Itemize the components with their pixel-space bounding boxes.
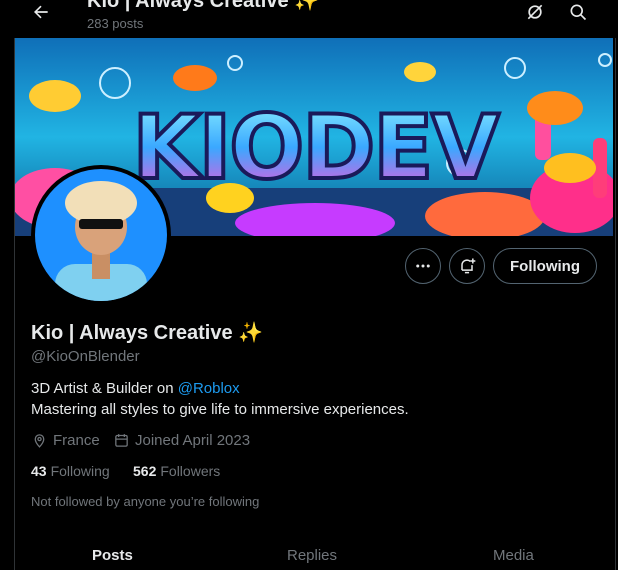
avatar[interactable] (35, 169, 167, 301)
avatar-border (31, 165, 171, 305)
join-date: Joined April 2023 (113, 432, 250, 449)
profile-handle: @KioOnBlender (31, 348, 140, 365)
banner-text: KIODEV (132, 96, 499, 199)
following-count: 43 (31, 463, 47, 479)
location-pin-icon (34, 434, 45, 448)
tab-posts[interactable]: Posts (92, 547, 133, 564)
bio-line-1: 3D Artist & Builder on @Roblox (31, 380, 240, 397)
profile-tabs: Posts Replies Media (15, 535, 613, 570)
following-button[interactable]: Following (493, 248, 597, 284)
followers-count: 562 (133, 463, 157, 479)
back-arrow-icon (34, 5, 48, 19)
search-icon (570, 4, 587, 21)
join-date-text: Joined April 2023 (135, 432, 251, 449)
tab-replies[interactable]: Replies (287, 547, 337, 564)
header-title: Kio | Always Creative ✨ (87, 0, 320, 12)
profile-name: Kio | Always Creative ✨ (31, 322, 264, 344)
more-icon (416, 264, 430, 268)
location-text: France (53, 432, 100, 449)
following-stat[interactable]: 43 Following (31, 463, 110, 479)
location: France (31, 432, 100, 449)
followed-by-note: Not followed by anyone you’re following (31, 494, 260, 509)
bell-plus-icon (461, 258, 476, 274)
grok-button[interactable] (520, 0, 550, 27)
tab-media[interactable]: Media (493, 547, 534, 564)
grok-icon (527, 4, 543, 20)
followers-stat[interactable]: 562 Followers (133, 463, 220, 479)
search-button[interactable] (563, 0, 593, 27)
bio-mention-link[interactable]: @Roblox (178, 380, 240, 397)
notifications-button[interactable] (449, 248, 485, 284)
top-bar: Kio | Always Creative ✨ 283 posts (0, 0, 618, 38)
calendar-icon (115, 434, 128, 447)
following-label: Following (50, 463, 110, 479)
bio-text: 3D Artist & Builder on (31, 380, 178, 397)
bio-line-2: Mastering all styles to give life to imm… (31, 401, 409, 418)
more-button[interactable] (405, 248, 441, 284)
back-button[interactable] (26, 0, 56, 27)
followers-label: Followers (160, 463, 221, 479)
post-count: 283 posts (87, 16, 144, 31)
